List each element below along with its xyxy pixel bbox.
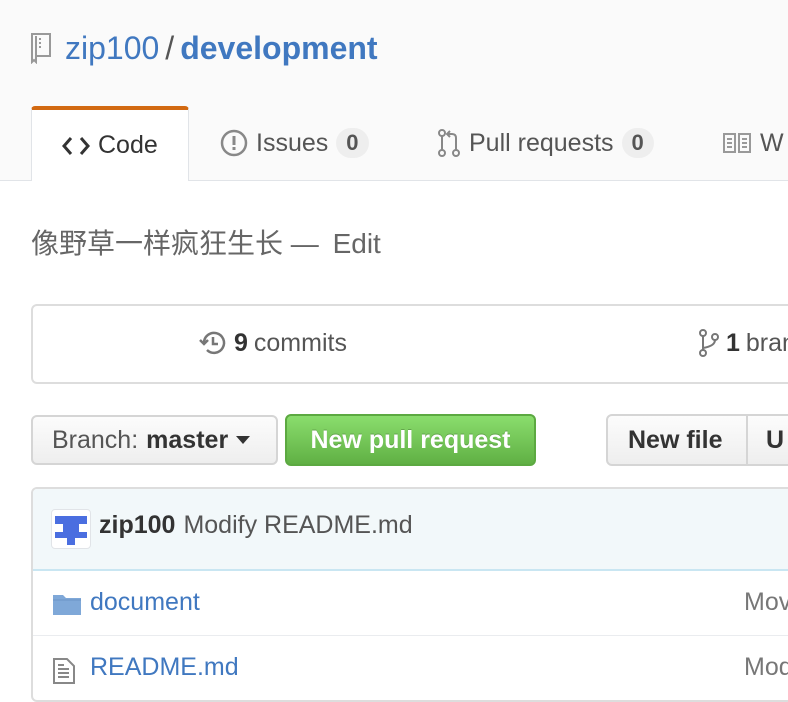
caret-down-icon	[236, 436, 251, 444]
description-dash: —	[290, 228, 319, 259]
latest-commit-bar: zip100 Modify README.md	[33, 489, 788, 571]
repo-name-link[interactable]: development	[180, 30, 377, 66]
branch-prefix: Branch:	[52, 425, 139, 454]
repo-owner-link[interactable]: zip100	[65, 30, 159, 66]
identicon-icon	[55, 516, 87, 545]
latest-commit-text: zip100 Modify README.md	[99, 511, 413, 540]
tab-code-label: Code	[98, 131, 158, 159]
tab-code[interactable]: Code	[31, 106, 189, 181]
branches-count: 1	[726, 328, 740, 357]
file-name-link[interactable]: README.md	[90, 653, 239, 682]
issues-count-badge: 0	[336, 128, 369, 158]
branch-select-button[interactable]: Branch: master	[31, 415, 278, 465]
repo-separator: /	[165, 30, 175, 66]
file-name-link[interactable]: document	[90, 588, 200, 617]
repo-book-icon	[30, 32, 54, 69]
tab-issues[interactable]: Issues 0	[220, 106, 369, 180]
tab-pull-requests[interactable]: Pull requests 0	[437, 106, 654, 180]
code-icon	[62, 136, 90, 155]
commit-author-link[interactable]: zip100	[99, 511, 175, 539]
branches-summary-link[interactable]: 1 bran	[698, 328, 788, 358]
tab-wiki-label: W	[760, 128, 784, 157]
repo-header: zip100/development Code Issues 0 Pull re…	[0, 0, 788, 181]
edit-description-link[interactable]: Edit	[333, 228, 381, 259]
branch-name: master	[146, 425, 229, 454]
repo-title: zip100/development	[65, 28, 378, 68]
repo-description: 像野草一样疯狂生长 — Edit	[31, 222, 381, 262]
commits-summary-link[interactable]: 9 commits	[198, 328, 347, 358]
repo-description-text: 像野草一样疯狂生长	[31, 228, 284, 259]
file-row: document Mov	[33, 571, 788, 636]
new-pull-request-button[interactable]: New pull request	[285, 414, 536, 466]
repo-summary: 9 commits 1 bran	[31, 304, 788, 384]
tab-wiki[interactable]: W	[722, 106, 784, 180]
issue-opened-icon	[220, 129, 248, 157]
file-commit-message-link[interactable]: Mod	[744, 653, 788, 682]
branches-label: bran	[745, 328, 788, 357]
tab-issues-label: Issues	[256, 128, 329, 157]
commits-count: 9	[234, 328, 248, 357]
commit-message-link[interactable]: Modify README.md	[183, 511, 412, 539]
file-row: README.md Mod	[33, 636, 788, 700]
folder-icon	[53, 595, 81, 615]
file-list: zip100 Modify README.md document Mov READ…	[31, 487, 788, 702]
file-text-icon	[53, 658, 75, 684]
new-file-button[interactable]: New file	[608, 416, 748, 464]
file-actions-group: New file U	[606, 414, 788, 466]
tab-pull-requests-label: Pull requests	[469, 128, 614, 157]
git-branch-icon	[699, 329, 719, 357]
history-icon	[199, 331, 226, 355]
commits-label: commits	[253, 328, 347, 357]
git-pull-request-icon	[438, 129, 460, 157]
file-commit-message-link[interactable]: Mov	[744, 588, 788, 617]
pull-requests-count-badge: 0	[621, 128, 654, 158]
book-icon	[723, 133, 751, 153]
avatar[interactable]	[51, 509, 91, 549]
upload-files-button[interactable]: U	[748, 416, 784, 464]
